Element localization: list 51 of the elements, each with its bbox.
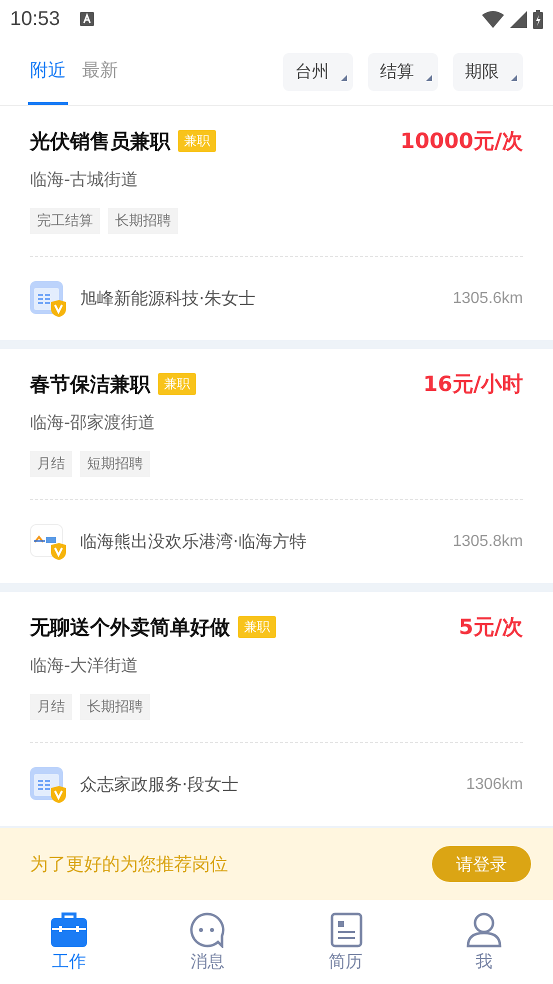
briefcase-icon — [50, 912, 88, 948]
job-tag: 月结 — [30, 694, 72, 720]
chat-bubble-icon — [188, 912, 226, 948]
login-prompt: 为了更好的为您推荐岗位 — [30, 853, 228, 876]
wifi-icon — [482, 10, 504, 28]
job-title: 光伏销售员兼职 — [30, 128, 170, 154]
caret-icon — [341, 74, 347, 80]
job-tag: 长期招聘 — [108, 208, 178, 234]
job-type-badge: 兼职 — [178, 130, 216, 152]
job-pay: 5元/次 — [458, 614, 523, 641]
nav-tab[interactable]: 简历 — [276, 900, 415, 984]
job-tag: 短期招聘 — [80, 451, 150, 477]
job-card[interactable]: 春节保洁兼职 兼职 16元/小时 临海-邵家渡街道 月结 短期招聘 临海熊出没欢乐港湾·临海方特 1305.8km — [0, 349, 553, 583]
job-type-badge: 兼职 — [158, 373, 196, 395]
filter-dropdown[interactable]: 结算 — [368, 52, 438, 90]
job-tag: 月结 — [30, 451, 72, 477]
job-card[interactable]: 无聊送个外卖简单好做 兼职 5元/次 临海-大洋街道 月结 长期招聘 众志家政服务·段女士 1306km — [0, 592, 553, 826]
job-card[interactable]: 光伏销售员兼职 兼职 10000元/次 临海-古城街道 完工结算 长期招聘 旭峰新能源科技·朱女士 1305.6km — [0, 106, 553, 340]
job-tag: 长期招聘 — [80, 694, 150, 720]
company-name: 旭峰新能源科技·朱女士 — [80, 288, 256, 310]
company-document-icon — [30, 766, 66, 802]
login-button[interactable]: 请登录 — [432, 846, 531, 882]
company-name: 临海熊出没欢乐港湾·临海方特 — [80, 531, 306, 553]
caret-icon — [426, 74, 432, 80]
job-location: 临海-邵家渡街道 — [30, 412, 156, 435]
company-name: 众志家政服务·段女士 — [80, 774, 238, 796]
job-type-badge: 兼职 — [238, 616, 276, 638]
job-distance: 1306km — [466, 776, 523, 794]
company-logo-icon — [30, 524, 66, 560]
job-title: 无聊送个外卖简单好做 — [30, 614, 230, 640]
battery-icon — [533, 10, 543, 28]
job-location: 临海-大洋街道 — [30, 655, 140, 678]
nav-tab[interactable]: 工作 — [0, 900, 138, 984]
status-time: 10:53 — [10, 8, 60, 30]
caret-icon — [511, 74, 517, 80]
job-pay: 10000元/次 — [400, 128, 523, 155]
job-pay: 16元/小时 — [423, 371, 523, 398]
filter-dropdown[interactable]: 期限 — [453, 52, 523, 90]
filter-dropdown[interactable]: 台州 — [283, 52, 353, 90]
nav-tab[interactable]: 消息 — [138, 900, 276, 984]
job-title: 春节保洁兼职 — [30, 370, 150, 398]
signal-icon — [510, 10, 527, 28]
job-distance: 1305.8km — [452, 532, 523, 550]
person-icon — [464, 912, 503, 948]
job-distance: 1305.6km — [452, 290, 523, 308]
tab[interactable]: 最新 — [80, 38, 120, 105]
company-document-icon — [30, 280, 66, 316]
keyboard-icon — [80, 12, 94, 26]
job-location: 临海-古城街道 — [30, 169, 140, 192]
nav-tab[interactable]: 我 — [414, 900, 553, 984]
job-tag: 完工结算 — [30, 208, 100, 234]
